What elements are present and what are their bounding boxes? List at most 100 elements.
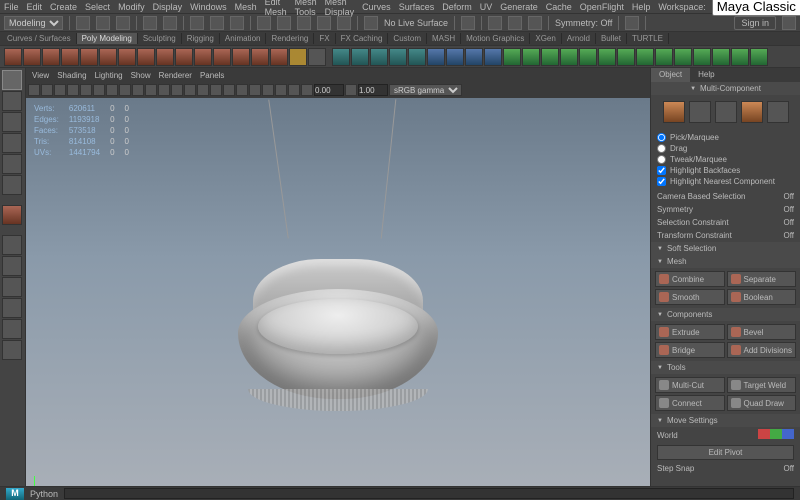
sign-in-button[interactable]: Sign in	[734, 16, 776, 30]
insert-edge-icon[interactable]	[579, 48, 597, 66]
poly-superellipse-icon[interactable]	[270, 48, 288, 66]
menu-file[interactable]: File	[4, 2, 19, 12]
shelf-tab-animation[interactable]: Animation	[220, 33, 267, 44]
menu-openflight[interactable]: OpenFlight	[580, 2, 624, 12]
shelf-tab-rendering[interactable]: Rendering	[266, 33, 314, 44]
edit-pivot-button[interactable]: Edit Pivot	[657, 445, 794, 460]
menu-cache[interactable]: Cache	[546, 2, 572, 12]
lasso-icon[interactable]	[210, 16, 224, 30]
paint-select-icon[interactable]	[230, 16, 244, 30]
target-weld-icon[interactable]	[522, 48, 540, 66]
workspace-dropdown[interactable]: Maya Classic	[712, 0, 800, 16]
motion-blur-icon[interactable]	[236, 84, 248, 96]
four-view-icon[interactable]	[2, 256, 22, 276]
menu-edit[interactable]: Edit	[27, 2, 43, 12]
command-input[interactable]	[64, 488, 794, 499]
paint-tool-icon[interactable]	[2, 112, 22, 132]
persp-outliner-icon[interactable]	[2, 277, 22, 297]
poly-sphere-icon[interactable]	[4, 48, 22, 66]
menu-surfaces[interactable]: Surfaces	[399, 2, 435, 12]
symmetry-label[interactable]: Symmetry: Off	[555, 18, 612, 28]
menu-modify[interactable]: Modify	[118, 2, 145, 12]
single-persp-icon[interactable]	[2, 235, 22, 255]
textured-icon[interactable]	[210, 84, 222, 96]
tweak-marquee-radio[interactable]	[657, 155, 666, 164]
panel-panels[interactable]: Panels	[200, 71, 224, 80]
poly-soccer-icon[interactable]	[251, 48, 269, 66]
target-weld-button[interactable]: Target Weld	[727, 377, 797, 393]
poly-cylinder-icon[interactable]	[42, 48, 60, 66]
shelf-tab-custom[interactable]: Custom	[388, 33, 427, 44]
menu-edit-mesh[interactable]: Edit Mesh	[265, 0, 287, 17]
multi-component-header[interactable]: Multi-Component	[651, 82, 800, 95]
ipr-icon[interactable]	[508, 16, 522, 30]
panel-renderer[interactable]: Renderer	[159, 71, 192, 80]
transform-constraint-value[interactable]: Off	[783, 231, 794, 240]
pick-marquee-radio[interactable]	[657, 133, 666, 142]
menu-mesh-display[interactable]: Mesh Display	[325, 0, 355, 17]
script-language-label[interactable]: Python	[30, 489, 58, 499]
undo-icon[interactable]	[143, 16, 157, 30]
poly-disc-icon[interactable]	[118, 48, 136, 66]
collapse-icon[interactable]	[655, 48, 673, 66]
components-header[interactable]: Components	[651, 308, 800, 321]
marketplace-icon[interactable]	[782, 16, 796, 30]
soft-selection-header[interactable]: Soft Selection	[651, 242, 800, 255]
axis-y-button[interactable]	[770, 429, 782, 439]
multicut-button[interactable]: Multi-Cut	[655, 377, 725, 393]
menuset-dropdown[interactable]: Modeling	[4, 16, 63, 30]
poly-helix-icon[interactable]	[213, 48, 231, 66]
multicut-icon[interactable]	[503, 48, 521, 66]
tab-help[interactable]: Help	[690, 68, 722, 82]
quad-draw-button[interactable]: Quad Draw	[727, 395, 797, 411]
connect-button[interactable]: Connect	[655, 395, 725, 411]
step-snap-value[interactable]: Off	[783, 464, 794, 473]
offset-edge-icon[interactable]	[598, 48, 616, 66]
move-settings-header[interactable]: Move Settings	[651, 414, 800, 427]
highlight-backfaces-check[interactable]	[657, 166, 666, 175]
extrude-icon[interactable]	[427, 48, 445, 66]
poly-pipe-icon[interactable]	[194, 48, 212, 66]
boolean-button[interactable]: Boolean	[727, 289, 797, 305]
svg-icon[interactable]	[308, 48, 326, 66]
persp-graph-icon[interactable]	[2, 298, 22, 318]
combine-button[interactable]: Combine	[655, 271, 725, 287]
menu-create[interactable]: Create	[50, 2, 77, 12]
render-icon[interactable]	[488, 16, 502, 30]
persp-uv-icon[interactable]	[2, 340, 22, 360]
resolution-gate-icon[interactable]	[132, 84, 144, 96]
menu-curves[interactable]: Curves	[362, 2, 391, 12]
spin-edge-icon[interactable]	[712, 48, 730, 66]
menu-windows[interactable]: Windows	[190, 2, 227, 12]
poly-cone-icon[interactable]	[61, 48, 79, 66]
xray-joints-icon[interactable]	[288, 84, 300, 96]
symmetry-opt-value[interactable]: Off	[783, 205, 794, 214]
mirror-icon[interactable]	[389, 48, 407, 66]
selection-constraint-value[interactable]: Off	[783, 218, 794, 227]
shelf-tab-turtle[interactable]: TURTLE	[627, 33, 669, 44]
gamma-field[interactable]	[358, 84, 388, 96]
bridge-icon[interactable]	[446, 48, 464, 66]
menu-deform[interactable]: Deform	[442, 2, 472, 12]
exposure-field[interactable]	[314, 84, 344, 96]
snap-live-icon[interactable]	[337, 16, 351, 30]
exposure-icon[interactable]	[301, 84, 313, 96]
panel-lighting[interactable]: Lighting	[95, 71, 123, 80]
axis-x-button[interactable]	[758, 429, 770, 439]
poly-pyramid-icon[interactable]	[156, 48, 174, 66]
quad-draw-icon[interactable]	[560, 48, 578, 66]
symmetrize-icon[interactable]	[750, 48, 768, 66]
smooth-shade-icon[interactable]	[171, 84, 183, 96]
object-mode-icon[interactable]	[663, 101, 685, 123]
connect-icon[interactable]	[541, 48, 559, 66]
crease-icon[interactable]	[617, 48, 635, 66]
viewport[interactable]: Verts:62061100 Edges:119391800 Faces:573…	[26, 98, 650, 500]
select-mode-icon[interactable]	[190, 16, 204, 30]
snap-curve-icon[interactable]	[277, 16, 291, 30]
bevel-button[interactable]: Bevel	[727, 324, 797, 340]
shelf-tab-fx[interactable]: FX	[314, 33, 335, 44]
vertex-mode-icon[interactable]	[689, 101, 711, 123]
camera-based-value[interactable]: Off	[783, 192, 794, 201]
shelf-tab-sculpting[interactable]: Sculpting	[138, 33, 182, 44]
menu-help[interactable]: Help	[632, 2, 651, 12]
